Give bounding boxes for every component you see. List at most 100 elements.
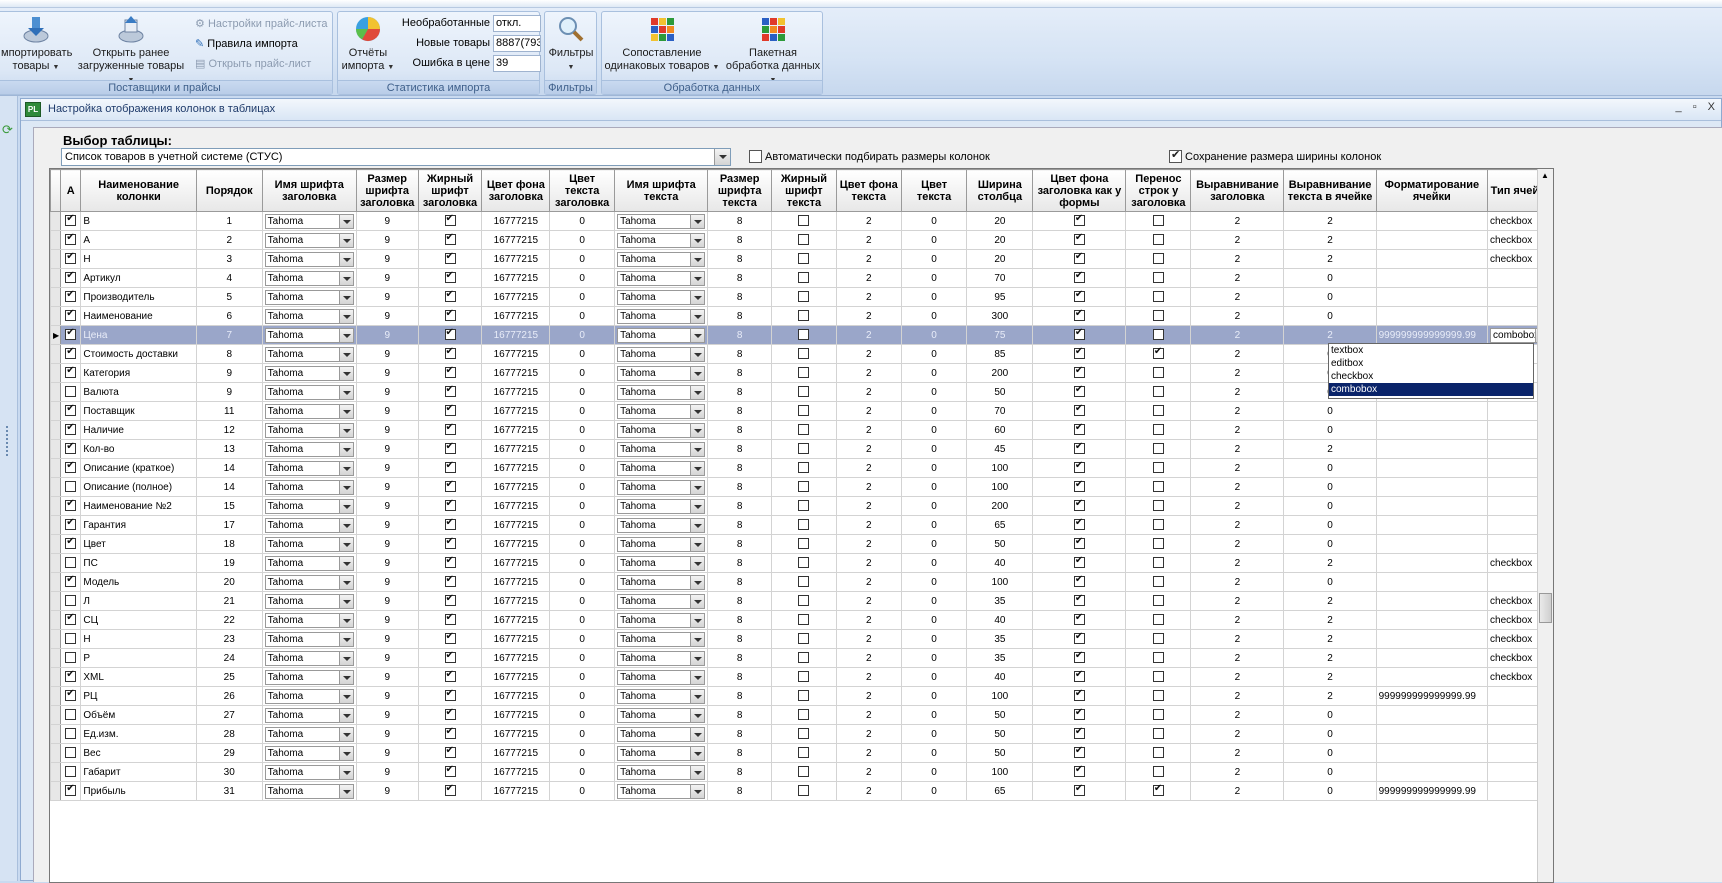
chevron-down-icon[interactable] [690, 499, 705, 513]
chevron-down-icon[interactable] [338, 214, 353, 228]
cell-wrap[interactable] [1125, 648, 1192, 668]
row-selector[interactable] [50, 667, 62, 687]
cell-checkbox[interactable] [1152, 783, 1164, 797]
cell-hsize[interactable]: 9 [355, 382, 419, 402]
cell-checkbox[interactable] [1073, 365, 1085, 379]
cell-checkbox[interactable] [1152, 424, 1164, 436]
cell-hsize[interactable]: 9 [355, 211, 419, 231]
cell-halign[interactable]: 2 [1190, 420, 1285, 440]
row-selector[interactable] [50, 724, 62, 744]
cell-checkbox[interactable] [1073, 327, 1085, 341]
cell-hbg[interactable]: 16777215 [481, 572, 551, 592]
cell-name[interactable]: РЦ [80, 686, 197, 706]
cell-hsize[interactable]: 9 [355, 743, 419, 763]
chevron-down-icon[interactable] [338, 271, 353, 285]
table-row[interactable]: Производитель5Tahoma9167772150Tahoma8209… [50, 287, 1553, 307]
cell-hcolor[interactable]: 0 [549, 572, 616, 592]
cell-formbg[interactable] [1032, 553, 1127, 573]
cell-hfont[interactable]: Tahoma [261, 591, 357, 611]
cell-hbg[interactable]: 16777215 [481, 724, 551, 744]
row-selector[interactable] [50, 591, 62, 611]
cell-hfont[interactable]: Tahoma [261, 610, 357, 630]
cell-tsize[interactable]: 8 [707, 401, 773, 421]
cell-tcolor[interactable]: 0 [900, 344, 968, 364]
font-combo[interactable]: Tahoma [617, 213, 706, 229]
cell-wrap[interactable] [1125, 306, 1192, 326]
cell-halign[interactable]: 2 [1190, 477, 1285, 497]
cell-tbg[interactable]: 2 [835, 211, 902, 231]
row-selector[interactable] [50, 553, 62, 573]
chevron-down-icon[interactable] [690, 613, 705, 627]
cell-halign[interactable]: 2 [1190, 553, 1285, 573]
cell-checkbox[interactable] [1073, 270, 1085, 284]
cell-name[interactable]: Наименование №2 [80, 496, 197, 516]
cell-order[interactable]: 23 [195, 629, 263, 649]
cell-checkbox[interactable] [798, 462, 810, 474]
cell-tbold[interactable] [771, 705, 837, 725]
row-selector[interactable] [50, 420, 62, 440]
cell-tbold[interactable] [771, 382, 837, 402]
cell-hcolor[interactable]: 0 [549, 781, 616, 801]
cell-wrap[interactable] [1125, 344, 1192, 364]
cell-tbold[interactable] [771, 686, 837, 706]
cell-halign[interactable]: 2 [1190, 648, 1285, 668]
cell-hbg[interactable]: 16777215 [481, 306, 551, 326]
cell-tfont[interactable]: Tahoma [614, 705, 709, 725]
cell-tbg[interactable]: 2 [835, 534, 902, 554]
chevron-down-icon[interactable] [338, 556, 353, 570]
font-combo[interactable]: Tahoma [264, 688, 354, 704]
cell-hcolor[interactable]: 0 [549, 363, 616, 383]
cell-checkbox[interactable] [65, 747, 77, 759]
chevron-down-icon[interactable] [690, 537, 705, 551]
cell-width[interactable]: 50 [966, 743, 1034, 763]
cell-a[interactable] [60, 458, 82, 478]
cell-hsize[interactable]: 9 [355, 287, 419, 307]
cell-format[interactable] [1375, 610, 1489, 630]
cell-hsize[interactable]: 9 [355, 401, 419, 421]
cell-checkbox[interactable] [798, 405, 810, 417]
cell-hbold[interactable] [417, 591, 483, 611]
font-combo[interactable]: Tahoma [264, 346, 354, 362]
cell-format[interactable] [1375, 249, 1489, 269]
row-selector[interactable]: ▶ [50, 325, 62, 345]
font-combo[interactable]: Tahoma [617, 745, 706, 761]
cell-checkbox[interactable] [444, 612, 456, 626]
cell-a[interactable] [60, 344, 82, 364]
cell-a[interactable] [60, 667, 82, 687]
font-combo[interactable]: Tahoma [617, 707, 706, 723]
cell-checkbox[interactable] [444, 403, 456, 417]
cell-checkbox[interactable] [65, 327, 77, 341]
row-selector[interactable] [50, 344, 62, 364]
cell-checkbox[interactable] [65, 669, 77, 683]
cell-hcolor[interactable]: 0 [549, 591, 616, 611]
cell-order[interactable]: 12 [195, 420, 263, 440]
cell-width[interactable]: 50 [966, 705, 1034, 725]
cell-hfont[interactable]: Tahoma [261, 553, 357, 573]
cell-checkbox[interactable] [444, 745, 456, 759]
cell-tsize[interactable]: 8 [707, 382, 773, 402]
font-combo[interactable]: Tahoma [264, 384, 354, 400]
cell-a[interactable] [60, 591, 82, 611]
cell-tsize[interactable]: 8 [707, 667, 773, 687]
cell-checkbox[interactable] [65, 766, 77, 778]
table-row[interactable]: Кол-во13Tahoma9167772150Tahoma8204522 [50, 439, 1553, 459]
cell-halign[interactable]: 2 [1190, 534, 1285, 554]
cell-checkbox[interactable] [798, 519, 810, 531]
cell-hbg[interactable]: 16777215 [481, 268, 551, 288]
cell-checkbox[interactable] [1152, 538, 1164, 550]
cell-checkbox[interactable] [65, 633, 77, 645]
cell-hbold[interactable] [417, 382, 483, 402]
cell-tbold[interactable] [771, 667, 837, 687]
font-combo[interactable]: Tahoma [264, 517, 354, 533]
cell-checkbox[interactable] [65, 422, 77, 436]
cell-width[interactable]: 70 [966, 401, 1034, 421]
cell-checkbox[interactable] [444, 327, 456, 341]
cell-hsize[interactable]: 9 [355, 439, 419, 459]
cell-checkbox[interactable] [65, 709, 77, 721]
cell-hfont[interactable]: Tahoma [261, 705, 357, 725]
cell-hcolor[interactable]: 0 [549, 325, 616, 345]
scrollbar-thumb[interactable] [1539, 593, 1552, 623]
cell-name[interactable]: Наличие [80, 420, 197, 440]
cell-checkbox[interactable] [444, 707, 456, 721]
cell-name[interactable]: Цена [80, 325, 197, 345]
